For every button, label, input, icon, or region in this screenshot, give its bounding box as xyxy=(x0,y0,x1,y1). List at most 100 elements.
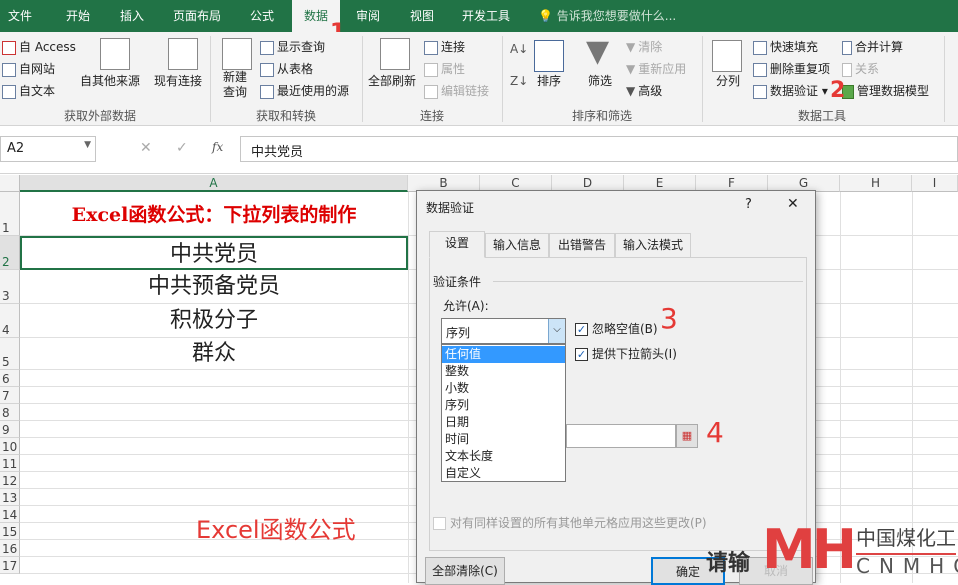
from-text-button[interactable]: 自文本 xyxy=(2,82,55,99)
cell-A2[interactable]: 中共党员 xyxy=(20,236,408,270)
cell-A3[interactable]: 中共预备党员 xyxy=(20,270,408,304)
sort-button[interactable]: 排序 xyxy=(537,72,561,89)
logo-chinese-name: 中国煤化工 xyxy=(856,522,956,555)
apply-all-checkbox[interactable]: 对有同样设置的所有其他单元格应用这些更改(P) xyxy=(433,514,707,531)
row-header-8[interactable]: 8 xyxy=(0,404,20,421)
from-web-button[interactable]: 自网站 xyxy=(2,60,55,77)
option-date[interactable]: 日期 xyxy=(442,414,565,431)
column-header-I[interactable]: I xyxy=(912,175,958,192)
tab-view[interactable]: 视图 xyxy=(400,0,444,32)
show-queries-button[interactable]: 显示查询 xyxy=(260,38,325,55)
from-access-button[interactable]: 自 Access xyxy=(2,38,76,55)
row-header-3[interactable]: 3 xyxy=(0,270,20,304)
clear-all-button[interactable]: 全部清除(C) xyxy=(425,557,505,585)
tab-ime-mode[interactable]: 输入法模式 xyxy=(615,233,691,257)
allow-select[interactable]: 序列 ⌵ xyxy=(441,318,566,344)
row-header-13[interactable]: 13 xyxy=(0,489,20,506)
new-query-button[interactable]: 新建查询 xyxy=(218,70,252,100)
relationships-button[interactable]: 关系 xyxy=(842,60,879,77)
row-header-9[interactable]: 9 xyxy=(0,421,20,438)
option-custom[interactable]: 自定义 xyxy=(442,465,565,482)
row-header-1[interactable]: 1 xyxy=(0,192,20,236)
cell-A4[interactable]: 积极分子 xyxy=(20,304,408,338)
other-sources-button[interactable]: 自其他来源 xyxy=(80,72,140,89)
existing-connections-button[interactable]: 现有连接 xyxy=(154,72,202,89)
close-button[interactable]: ✕ xyxy=(787,196,799,212)
tab-settings[interactable]: 设置 xyxy=(429,231,485,258)
cell-A5[interactable]: 群众 xyxy=(20,338,408,370)
reapply-icon: ▼ xyxy=(626,62,636,76)
option-text-length[interactable]: 文本长度 xyxy=(442,448,565,465)
row-header-17[interactable]: 17 xyxy=(0,557,20,574)
refresh-all-button[interactable]: 全部刷新 xyxy=(368,72,416,89)
tab-formulas[interactable]: 公式 xyxy=(240,0,284,32)
clear-filter-button[interactable]: ▼ 清除 xyxy=(626,38,662,55)
chevron-down-icon[interactable]: ▼ xyxy=(84,140,91,150)
row-header-12[interactable]: 12 xyxy=(0,472,20,489)
row-header-16[interactable]: 16 xyxy=(0,540,20,557)
row-header-5[interactable]: 5 xyxy=(0,338,20,370)
chevron-down-icon[interactable]: ⌵ xyxy=(548,319,565,343)
in-cell-dropdown-checkbox[interactable]: ✓ 提供下拉箭头(I) xyxy=(575,345,677,362)
cell-A1-title[interactable]: Excel函数公式：下拉列表的制作 xyxy=(20,200,408,227)
column-header-A[interactable]: A xyxy=(20,175,408,192)
formula-input[interactable]: 中共党员 xyxy=(240,136,958,162)
row-header-7[interactable]: 7 xyxy=(0,387,20,404)
edit-links-button[interactable]: 编辑链接 xyxy=(424,82,489,99)
formula-value: 中共党员 xyxy=(251,145,304,160)
connections-button[interactable]: 连接 xyxy=(424,38,465,55)
cancel-icon[interactable]: ✕ xyxy=(140,140,152,156)
sort-asc-icon[interactable]: A↓ xyxy=(510,42,528,56)
properties-button[interactable]: 属性 xyxy=(424,60,465,77)
divider xyxy=(502,36,503,122)
tab-developer[interactable]: 开发工具 xyxy=(454,0,518,32)
select-all-corner[interactable] xyxy=(0,175,20,192)
remove-duplicates-button[interactable]: 删除重复项 xyxy=(753,60,830,77)
tab-review[interactable]: 审阅 xyxy=(346,0,390,32)
text-to-columns-button[interactable]: 分列 xyxy=(716,72,740,89)
option-decimal[interactable]: 小数 xyxy=(442,380,565,397)
from-table-button[interactable]: 从表格 xyxy=(260,60,313,77)
tab-error-alert[interactable]: 出错警告 xyxy=(549,233,615,257)
consolidate-button[interactable]: 合并计算 xyxy=(842,38,903,55)
tab-insert[interactable]: 插入 xyxy=(110,0,154,32)
tab-input-message[interactable]: 输入信息 xyxy=(485,233,549,257)
sort-desc-icon[interactable]: Z↓ xyxy=(510,74,528,88)
option-whole-number[interactable]: 整数 xyxy=(442,363,565,380)
name-box[interactable]: A2 ▼ xyxy=(0,136,96,162)
tell-me-search[interactable]: 💡 告诉我您想要做什么... xyxy=(538,0,688,32)
flash-fill-button[interactable]: 快速填充 xyxy=(753,38,818,55)
source-input[interactable] xyxy=(566,424,676,448)
tab-home[interactable]: 开始 xyxy=(56,0,100,32)
option-list[interactable]: 序列 xyxy=(442,397,565,414)
tab-file[interactable]: 文件 xyxy=(0,0,40,32)
reapply-button[interactable]: ▼ 重新应用 xyxy=(626,60,686,77)
row-header-4[interactable]: 4 xyxy=(0,304,20,338)
advanced-filter-button[interactable]: ▼ 高级 xyxy=(626,82,662,99)
row-header-2[interactable]: 2 xyxy=(0,236,20,270)
option-time[interactable]: 时间 xyxy=(442,431,565,448)
row-header-6[interactable]: 6 xyxy=(0,370,20,387)
row-header-15[interactable]: 15 xyxy=(0,523,20,540)
column-header-H[interactable]: H xyxy=(840,175,912,192)
data-validation-icon xyxy=(753,84,767,99)
data-validation-dialog: 数据验证 ? ✕ 设置 输入信息 出错警告 输入法模式 验证条件 允许(A): … xyxy=(416,190,816,585)
table-icon xyxy=(260,62,274,77)
manage-data-model-button[interactable]: 管理数据模型 xyxy=(842,82,929,99)
option-any-value[interactable]: 任何值 xyxy=(442,346,565,363)
refresh-all-icon xyxy=(380,38,410,70)
label: 关系 xyxy=(855,62,880,76)
recent-sources-button[interactable]: 最近使用的源 xyxy=(260,82,349,99)
insert-function-icon[interactable]: fx xyxy=(212,140,223,154)
help-button[interactable]: ? xyxy=(745,197,752,212)
row-header-14[interactable]: 14 xyxy=(0,506,20,523)
row-header-11[interactable]: 11 xyxy=(0,455,20,472)
range-select-icon[interactable]: ▦ xyxy=(676,424,698,448)
row-header-10[interactable]: 10 xyxy=(0,438,20,455)
ignore-blank-checkbox[interactable]: ✓ 忽略空值(B) xyxy=(575,320,658,337)
enter-icon[interactable]: ✓ xyxy=(176,140,188,156)
divider xyxy=(362,36,363,122)
tab-page-layout[interactable]: 页面布局 xyxy=(166,0,228,32)
filter-button[interactable]: 筛选 xyxy=(588,72,612,89)
data-validation-button[interactable]: 数据验证 ▾ xyxy=(753,82,828,99)
